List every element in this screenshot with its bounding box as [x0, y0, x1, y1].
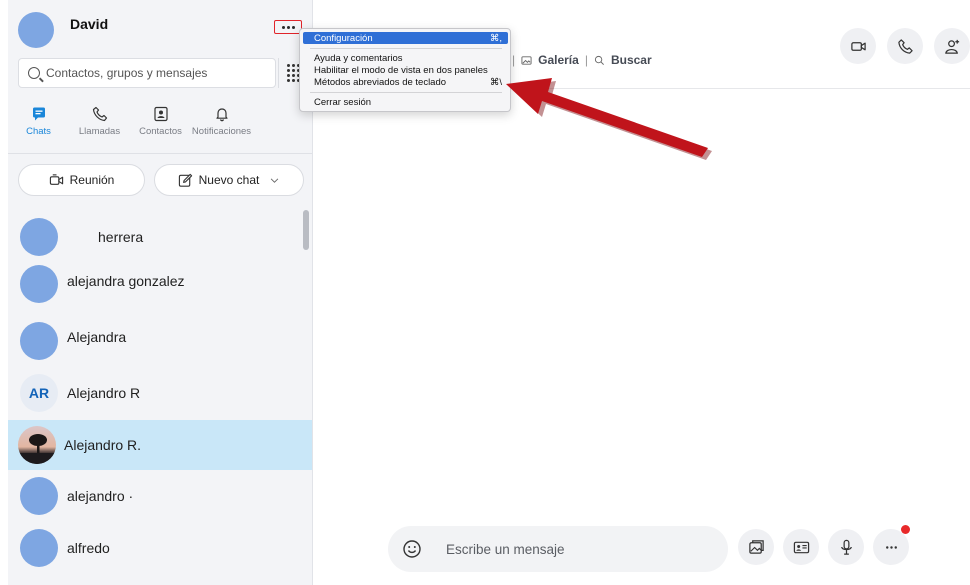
menu-item-sign-out[interactable]: Cerrar sesión	[303, 96, 508, 108]
menu-item-label: Métodos abreviados de teclado	[314, 76, 447, 88]
gallery-icon	[521, 55, 532, 65]
chat-item[interactable]: alejandro ·	[8, 471, 312, 521]
chat-item[interactable]: Alejandra	[8, 316, 312, 366]
conversation-search-link[interactable]: Buscar	[611, 53, 652, 67]
avatar	[20, 265, 58, 303]
tree-silhouette-icon	[18, 434, 56, 464]
nav-tabs: Chats Llamadas Contactos Notificaciones	[8, 106, 312, 150]
dot-icon	[281, 25, 285, 29]
scrollbar[interactable]	[303, 210, 309, 250]
chat-item[interactable]: alfredo	[8, 523, 312, 573]
chat-name: Alejandro R	[67, 385, 141, 401]
menu-item-label: Cerrar sesión	[314, 96, 372, 108]
share-contact-button[interactable]	[783, 529, 819, 565]
avatar	[20, 218, 58, 256]
avatar	[20, 477, 58, 515]
add-people-button[interactable]	[934, 28, 970, 64]
emoji-icon[interactable]	[402, 539, 422, 559]
dot-icon	[286, 25, 290, 29]
menu-item-label: Habilitar el modo de vista en dos panele…	[314, 64, 488, 76]
conversation-subheader: | Galería | Buscar	[512, 53, 652, 67]
media-gallery-button[interactable]	[738, 529, 774, 565]
bell-icon	[215, 108, 228, 122]
divider	[8, 153, 312, 154]
new-chat-button[interactable]: Nuevo chat	[154, 164, 304, 196]
add-person-icon	[944, 39, 959, 54]
message-input[interactable]	[446, 541, 706, 557]
profile-name[interactable]: David	[70, 16, 108, 32]
menu-item-label: Configuración	[314, 32, 373, 44]
avatar	[20, 322, 58, 360]
microphone-icon	[840, 539, 852, 555]
chat-name: alfredo	[67, 540, 110, 556]
dot-icon	[291, 25, 295, 29]
sidebar: David Chats Llamadas Contactos	[8, 0, 313, 585]
tab-label: Llamadas	[78, 126, 121, 137]
avatar	[20, 529, 58, 567]
chat-name: alejandro ·	[67, 488, 134, 504]
meeting-label: Reunión	[69, 173, 115, 187]
search-input[interactable]	[46, 66, 266, 80]
menu-item-shortcut: ⌘,	[489, 32, 502, 44]
phone-icon	[92, 106, 107, 122]
menu-item-split-view[interactable]: Habilitar el modo de vista en dos panele…	[303, 64, 508, 76]
phone-icon	[897, 38, 913, 54]
menu-item-keyboard-shortcuts[interactable]: Métodos abreviados de teclado ⌘\	[303, 76, 508, 88]
chevron-down-icon	[271, 177, 279, 183]
skype-window: David Chats Llamadas Contactos	[0, 0, 970, 585]
avatar	[18, 426, 56, 464]
compose-icon	[178, 173, 192, 187]
menu-item-settings[interactable]: Configuración ⌘,	[303, 32, 508, 44]
chat-icon	[32, 107, 45, 121]
chat-list: herrera alejandra gonzalez Alejandra AR …	[8, 208, 312, 585]
options-menu: Configuración ⌘, Ayuda y comentarios Hab…	[299, 28, 511, 112]
more-icon	[885, 545, 897, 549]
image-icon	[748, 539, 764, 554]
tab-calls[interactable]: Llamadas	[69, 106, 130, 150]
voice-message-button[interactable]	[828, 529, 864, 565]
tab-contacts[interactable]: Contactos	[130, 106, 191, 150]
tab-label: Notificaciones	[191, 126, 252, 137]
chat-item[interactable]: herrera	[8, 212, 312, 262]
contacts-icon	[153, 106, 168, 122]
more-options-button[interactable]	[274, 20, 302, 34]
tab-label: Contactos	[139, 126, 182, 137]
menu-item-help[interactable]: Ayuda y comentarios	[303, 52, 508, 64]
video-camera-icon	[850, 41, 866, 51]
search-icon	[28, 67, 40, 79]
chat-item[interactable]: AR Alejandro R	[8, 368, 312, 418]
menu-item-label: Ayuda y comentarios	[314, 52, 403, 64]
new-chat-label: Nuevo chat	[198, 173, 260, 187]
profile-avatar[interactable]	[18, 12, 54, 48]
menu-separator	[310, 92, 502, 93]
tab-label: Chats	[26, 126, 51, 137]
tab-chats[interactable]: Chats	[8, 106, 69, 150]
audio-call-button[interactable]	[887, 28, 923, 64]
contact-card-icon	[793, 541, 809, 553]
notification-dot	[901, 525, 910, 534]
chat-name: herrera	[98, 229, 144, 245]
video-call-icon	[49, 173, 63, 185]
video-call-button[interactable]	[840, 28, 876, 64]
chat-name: Alejandra	[67, 329, 127, 345]
search-box[interactable]	[18, 58, 276, 88]
tab-notifications[interactable]: Notificaciones	[191, 106, 252, 150]
meeting-button[interactable]: Reunión	[18, 164, 145, 196]
menu-separator	[310, 48, 502, 49]
chat-name: alejandra gonzalez	[67, 273, 185, 289]
chat-item[interactable]: alejandra gonzalez	[8, 259, 312, 309]
more-actions-button[interactable]	[873, 525, 910, 565]
search-icon	[594, 55, 604, 65]
chat-item-selected[interactable]: Alejandro R.	[8, 420, 312, 470]
chat-name: Alejandro R.	[64, 437, 142, 453]
gallery-link[interactable]: Galería	[538, 53, 579, 67]
annotation-arrow-icon	[506, 78, 712, 160]
avatar: AR	[20, 374, 58, 412]
message-composer	[388, 526, 728, 572]
